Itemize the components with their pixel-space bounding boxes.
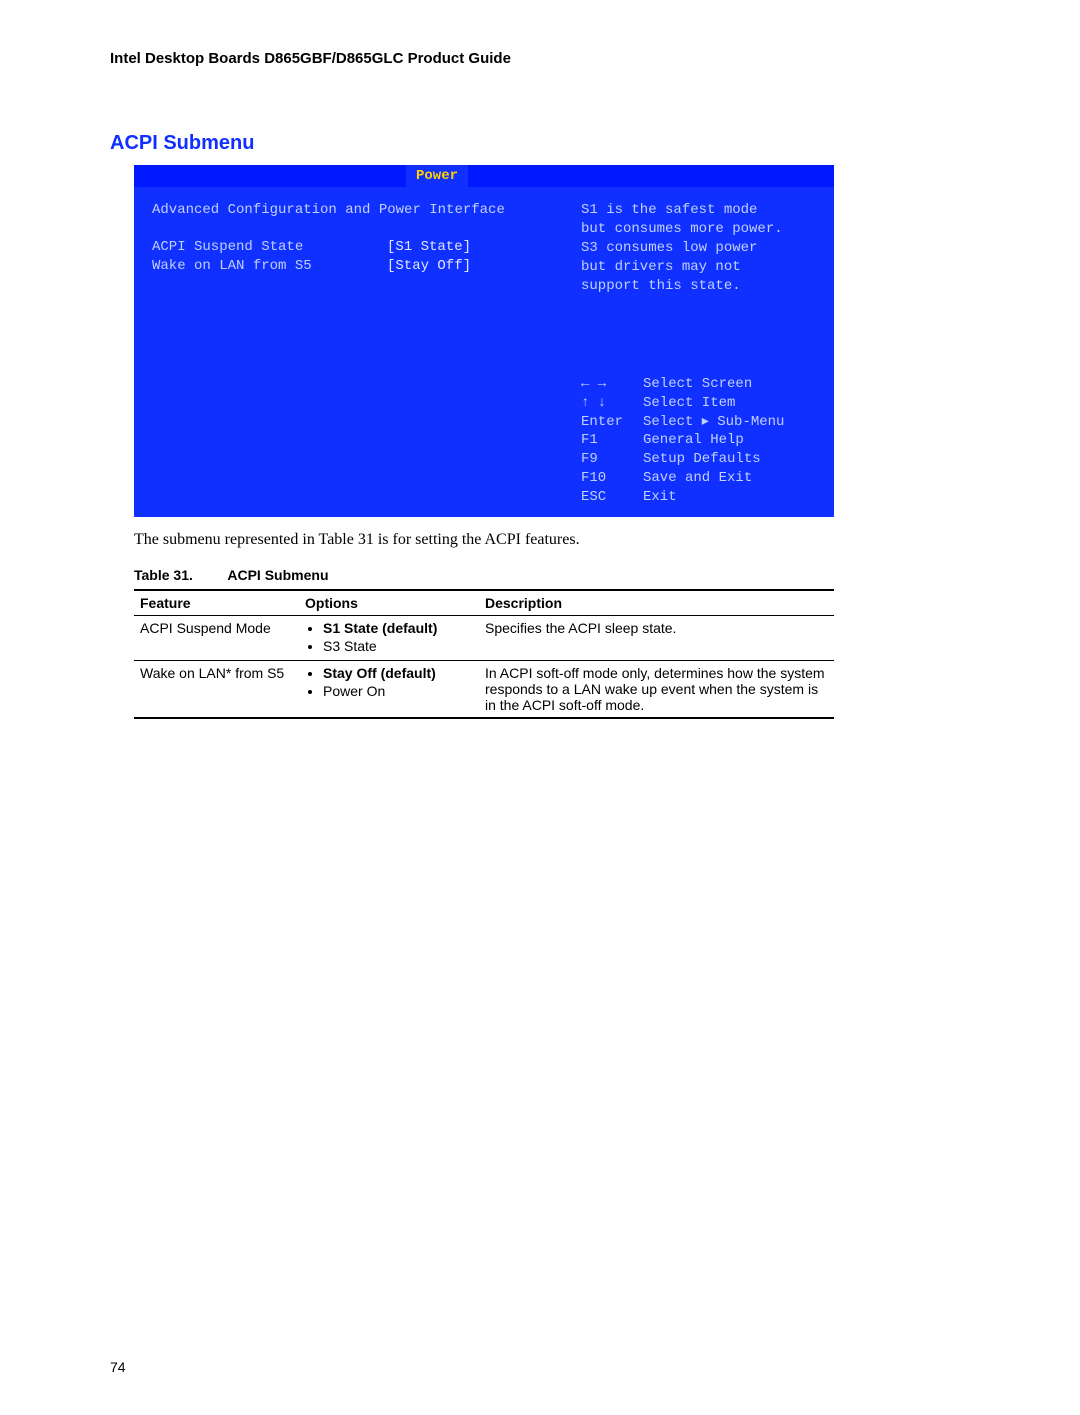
doc-header: Intel Desktop Boards D865GBF/D865GLC Pro… [110, 50, 970, 67]
bios-key-desc: Select Item [643, 394, 735, 413]
bios-row-key: ACPI Suspend State [152, 238, 387, 257]
page-number: 74 [110, 1359, 970, 1375]
bios-row[interactable]: ACPI Suspend State [S1 State] [152, 238, 557, 257]
bios-key: ESC [581, 488, 643, 507]
cell-options: S1 State (default) S3 State [299, 616, 479, 661]
cell-feature: Wake on LAN* from S5 [134, 661, 299, 719]
bios-key-desc: Setup Defaults [643, 450, 761, 469]
bios-help-text: S1 is the safest mode but consumes more … [581, 201, 822, 295]
table-row: Wake on LAN* from S5 Stay Off (default) … [134, 661, 834, 719]
bios-right-panel: S1 is the safest mode but consumes more … [569, 187, 834, 517]
bios-screenshot: Power Advanced Configuration and Power I… [134, 165, 834, 517]
bios-key: Enter [581, 413, 643, 432]
option-item: Power On [323, 683, 473, 699]
bios-tab-power[interactable]: Power [406, 165, 468, 187]
th-description: Description [479, 590, 834, 616]
bios-help-line: S1 is the safest mode [581, 201, 822, 220]
table-row: ACPI Suspend Mode S1 State (default) S3 … [134, 616, 834, 661]
bios-tab-tail [468, 165, 800, 187]
bios-left-panel: Advanced Configuration and Power Interfa… [134, 187, 569, 517]
bios-key-desc: Select ▸ Sub-Menu [643, 413, 784, 432]
bios-tabbar: Power [134, 165, 834, 187]
bios-tab-spacer [134, 165, 406, 187]
submenu-caption: The submenu represented in Table 31 is f… [134, 531, 970, 549]
bios-key-desc: Select Screen [643, 375, 752, 394]
table-title: ACPI Submenu [227, 567, 328, 583]
bios-help-line: S3 consumes low power [581, 239, 822, 258]
cell-feature: ACPI Suspend Mode [134, 616, 299, 661]
table-caption: Table 31. ACPI Submenu [134, 567, 970, 583]
bios-key: F10 [581, 469, 643, 488]
bios-row[interactable]: Wake on LAN from S5 [Stay Off] [152, 257, 557, 276]
cell-description: In ACPI soft-off mode only, determines h… [479, 661, 834, 719]
th-options: Options [299, 590, 479, 616]
bios-panel-title: Advanced Configuration and Power Interfa… [152, 201, 557, 220]
th-feature: Feature [134, 590, 299, 616]
bios-key: ↑ ↓ [581, 394, 643, 413]
table-number: Table 31. [134, 567, 224, 583]
bios-key-desc: Exit [643, 488, 677, 507]
section-title: ACPI Submenu [110, 132, 970, 155]
bios-key: ← → [581, 375, 643, 394]
bios-row-key: Wake on LAN from S5 [152, 257, 387, 276]
bios-help-line: but consumes more power. [581, 220, 822, 239]
cell-description: Specifies the ACPI sleep state. [479, 616, 834, 661]
cell-options: Stay Off (default) Power On [299, 661, 479, 719]
bios-key: F1 [581, 431, 643, 450]
option-item: S3 State [323, 638, 473, 654]
bios-tab-cap [800, 165, 834, 187]
bios-key-desc: Save and Exit [643, 469, 752, 488]
bios-key: F9 [581, 450, 643, 469]
option-item: S1 State (default) [323, 620, 473, 636]
bios-row-value[interactable]: [S1 State] [387, 238, 471, 257]
bios-key-legend: ← →Select Screen ↑ ↓Select Item EnterSel… [581, 375, 822, 507]
bios-help-line: support this state. [581, 277, 822, 296]
bios-help-line: but drivers may not [581, 258, 822, 277]
bios-row-value[interactable]: [Stay Off] [387, 257, 471, 276]
acpi-table: Feature Options Description ACPI Suspend… [134, 589, 834, 719]
option-item: Stay Off (default) [323, 665, 473, 681]
bios-key-desc: General Help [643, 431, 744, 450]
